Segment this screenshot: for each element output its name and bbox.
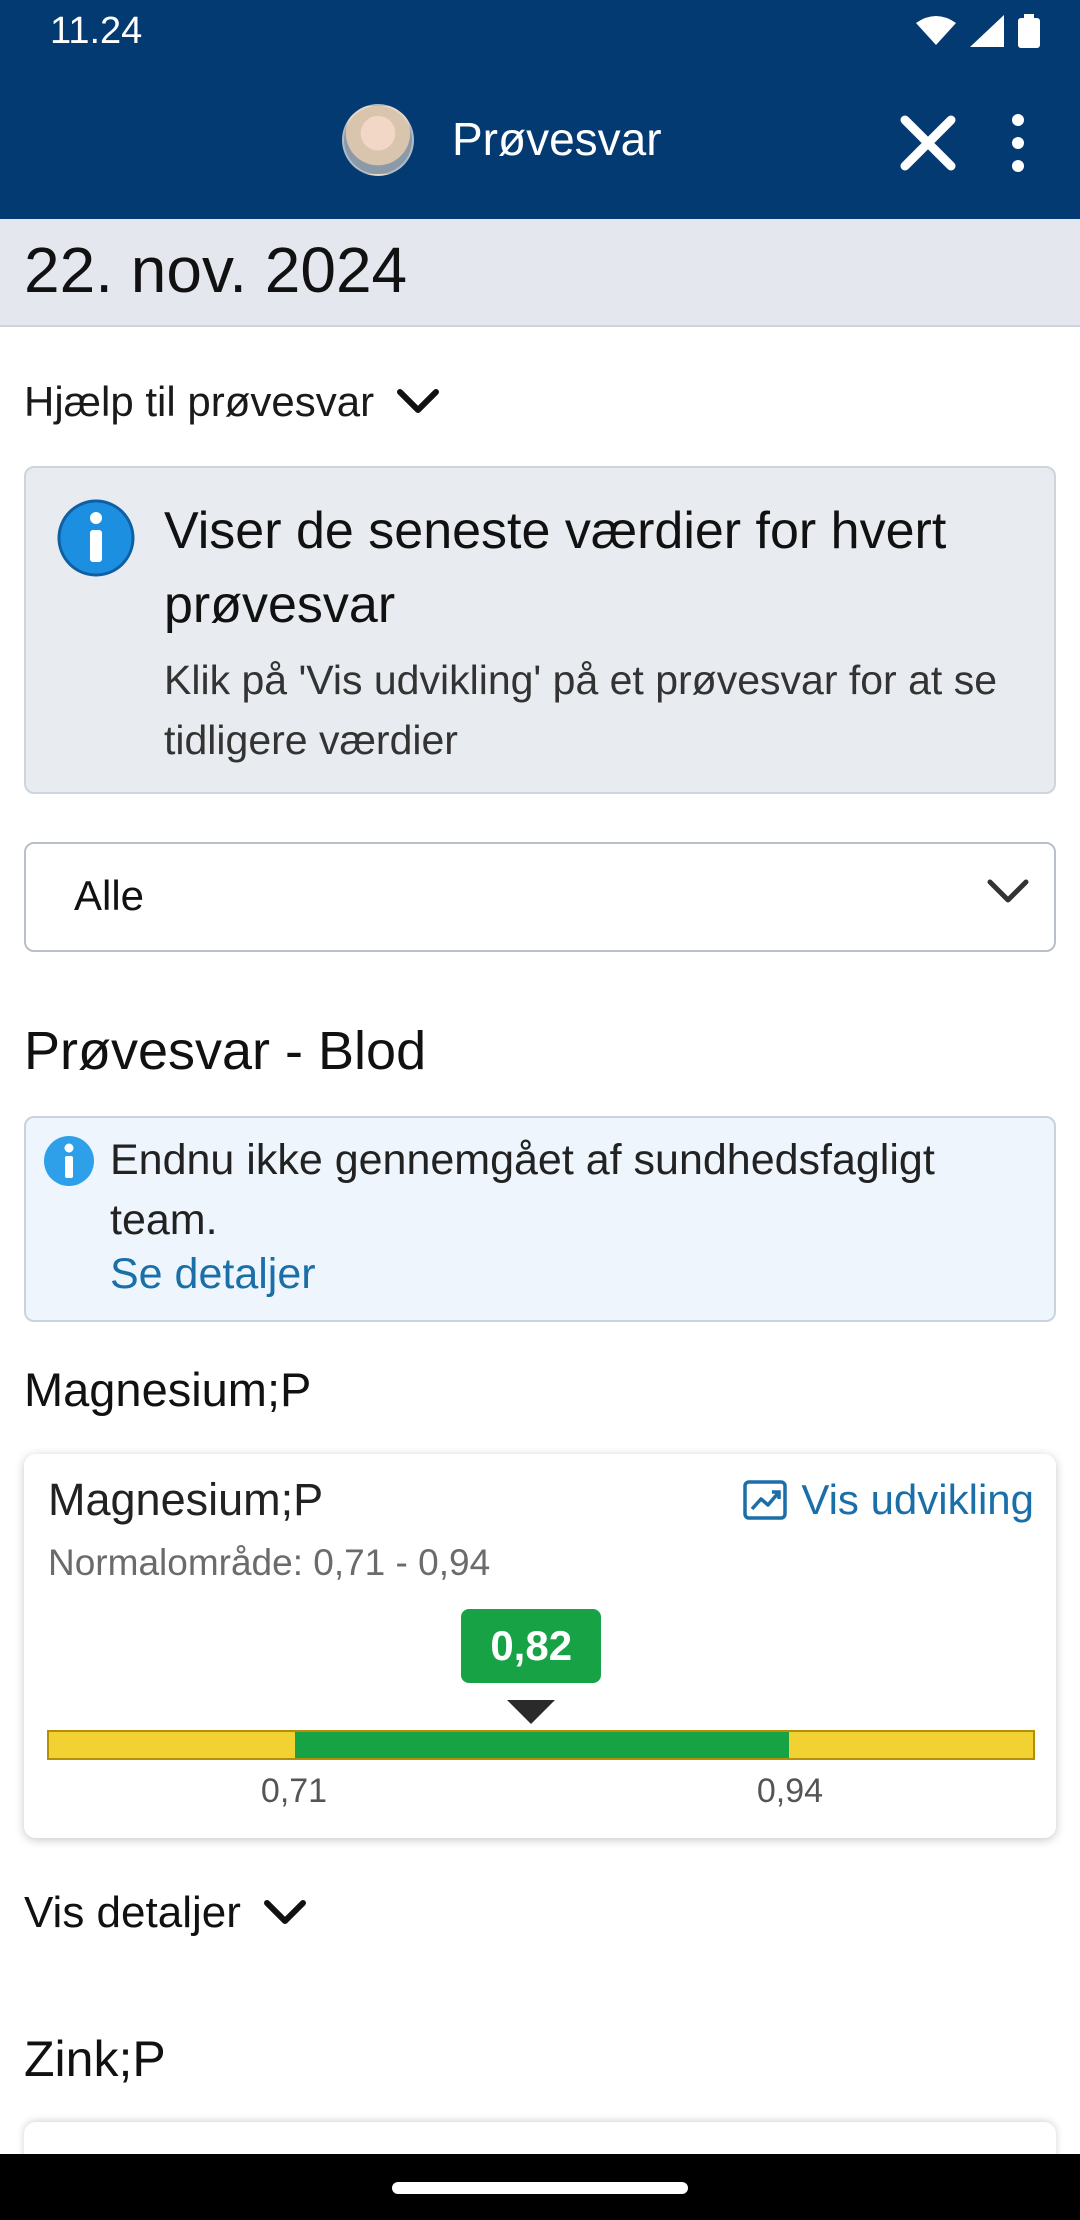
review-notice: Endnu ikke gennemgået af sundhedsfagligt… [24, 1116, 1056, 1322]
info-icon [57, 499, 135, 577]
battery-icon [1018, 14, 1040, 48]
filter-select[interactable]: Alle [24, 842, 1056, 952]
review-message: Endnu ikke gennemgået af sundhedsfagligt… [110, 1136, 935, 1244]
help-label: Hjælp til prøvesvar [24, 378, 375, 425]
show-trend-label: Vis udvikling [801, 1476, 1034, 1523]
filter-value: Alle [74, 872, 145, 919]
range-bar [47, 1730, 1035, 1760]
close-button[interactable] [895, 110, 961, 176]
range-high-label: 0,94 [756, 1772, 824, 1810]
system-nav-bar [0, 2154, 1080, 2220]
status-time: 11.24 [50, 10, 143, 52]
wifi-icon [916, 16, 956, 45]
page-title: Prøvesvar [452, 113, 662, 165]
result-card: Magnesium;P Vis udvikling Normalområde: … [24, 1454, 1056, 1838]
info-icon [44, 1136, 94, 1186]
signal-icon [970, 15, 1004, 47]
info-body: Klik på 'Vis udvikling' på et prøvesvar … [164, 657, 997, 763]
result-name: Magnesium;P [48, 1474, 324, 1525]
value-badge: 0,82 [461, 1609, 602, 1683]
chevron-down-icon [987, 879, 1029, 903]
chevron-down-icon [263, 1900, 306, 1924]
more-vertical-icon [1012, 114, 1024, 172]
chevron-down-icon [397, 389, 440, 413]
see-details-link[interactable]: Se detaljer [110, 1250, 316, 1299]
show-trend-button[interactable]: Vis udvikling [743, 1476, 1034, 1524]
value-pointer [507, 1700, 556, 1724]
range-low-label: 0,71 [260, 1772, 328, 1810]
date-text: 22. nov. 2024 [24, 234, 408, 306]
status-icons [916, 14, 1040, 48]
section-title: Prøvesvar - Blod [24, 1021, 427, 1081]
help-expander[interactable]: Hjælp til prøvesvar [24, 378, 440, 426]
info-heading: Viser de seneste værdier for hvert prøve… [164, 502, 947, 634]
normal-range-segment [295, 1732, 789, 1758]
trend-chart-icon [743, 1480, 788, 1520]
details-expander[interactable]: Vis detaljer [24, 1888, 307, 1938]
normal-range: Normalområde: 0,71 - 0,94 [48, 1542, 491, 1583]
avatar[interactable] [342, 104, 414, 176]
more-options-button[interactable] [1000, 110, 1036, 176]
status-bar: 11.24 [0, 0, 1080, 70]
home-handle[interactable] [392, 2182, 688, 2194]
app-bar: 11.24 Prøvesvar [0, 0, 1080, 219]
next-test-group-label: Zink;P [24, 2031, 166, 2087]
details-label: Vis detaljer [24, 1888, 241, 1937]
info-box: Viser de seneste værdier for hvert prøve… [24, 466, 1056, 794]
test-group-label: Magnesium;P [24, 1363, 312, 1416]
close-icon [900, 115, 956, 171]
title-bar: Prøvesvar [0, 90, 1080, 200]
date-header: 22. nov. 2024 [0, 219, 1080, 327]
